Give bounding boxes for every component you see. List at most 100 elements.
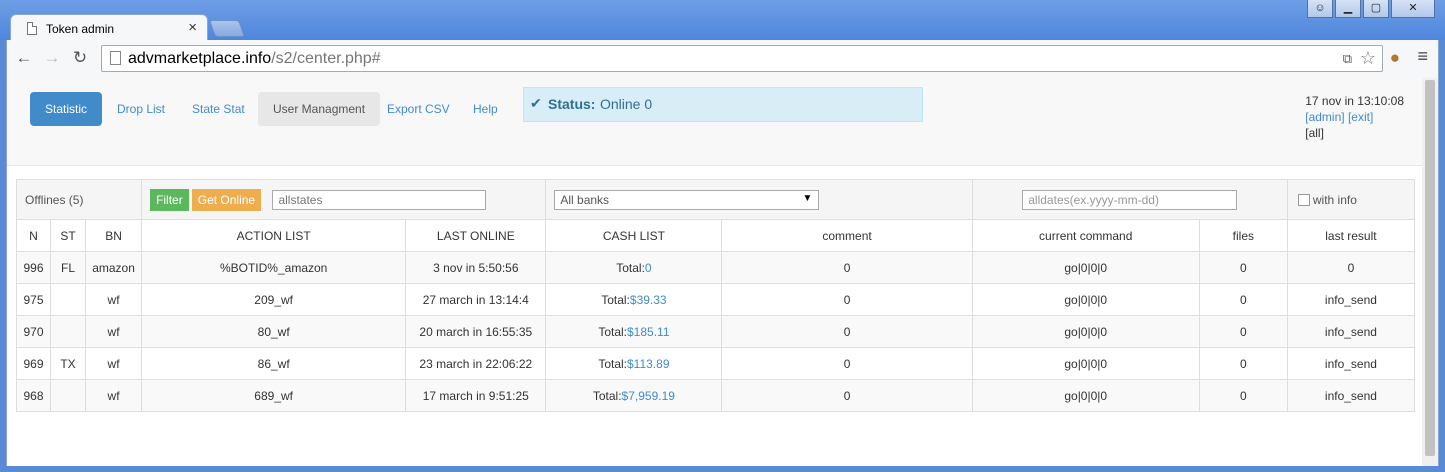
row-comment[interactable]: 0 xyxy=(721,379,973,412)
row-last-result[interactable]: info_send xyxy=(1286,315,1416,348)
col-header[interactable]: ACTION LIST xyxy=(141,219,407,252)
row-current-command[interactable]: go|0|0|0 xyxy=(971,379,1200,412)
cash-total-label: Total: xyxy=(598,324,627,339)
cash-total-label: Total: xyxy=(598,356,627,371)
row-number: 996 xyxy=(15,251,52,284)
row-last-result[interactable]: info_send xyxy=(1286,347,1416,380)
nav-help[interactable]: Help xyxy=(458,92,513,126)
nav-user-managment[interactable]: User Managment xyxy=(258,92,381,126)
row-files[interactable]: 0 xyxy=(1198,283,1288,316)
row-last-result[interactable]: info_send xyxy=(1286,283,1416,316)
translate-icon[interactable]: ⧉ xyxy=(1343,51,1352,67)
bookmark-star-icon[interactable]: ☆ xyxy=(1360,48,1376,69)
row-last-online: 23 march in 22:06:22 xyxy=(405,347,547,380)
minimize-button[interactable]: ▁ xyxy=(1335,0,1361,18)
row-current-command[interactable]: go|0|0|0 xyxy=(971,251,1200,284)
col-header[interactable]: files xyxy=(1198,219,1288,252)
address-bar[interactable]: advmarketplace.info/s2/center.php# ⧉ ☆ xyxy=(101,45,1383,72)
with-info-cell: with info xyxy=(1286,179,1416,220)
row-number: 975 xyxy=(15,283,52,316)
user-icon[interactable]: ☺ xyxy=(1307,0,1333,18)
row-cash-list: Total:$39.33 xyxy=(545,283,723,316)
table-row: 969 TX wf 86_wf 23 march in 22:06:22 Total:$1… xyxy=(15,347,1416,380)
cookie-icon[interactable]: ● xyxy=(1390,48,1400,68)
row-last-result[interactable]: info_send xyxy=(1286,379,1416,412)
row-last-online: 20 march in 16:55:35 xyxy=(405,315,547,348)
page-icon xyxy=(27,22,37,35)
status-alert: ✔ Status: Online 0 xyxy=(523,87,923,122)
row-files[interactable]: 0 xyxy=(1198,315,1288,348)
row-bank[interactable]: wf xyxy=(85,283,143,316)
scrollbar-thumb[interactable] xyxy=(1425,80,1435,456)
cash-total-label: Total: xyxy=(601,292,630,307)
row-action[interactable]: 86_wf xyxy=(141,347,407,380)
back-icon[interactable]: ← xyxy=(13,48,35,68)
row-action[interactable]: 80_wf xyxy=(141,315,407,348)
row-files[interactable]: 0 xyxy=(1198,251,1288,284)
row-number: 969 xyxy=(15,347,52,380)
close-tab-icon[interactable]: × xyxy=(188,19,197,36)
row-current-command[interactable]: go|0|0|0 xyxy=(971,347,1200,380)
row-files[interactable]: 0 xyxy=(1198,347,1288,380)
row-current-command[interactable]: go|0|0|0 xyxy=(971,315,1200,348)
row-state: TX xyxy=(50,347,87,380)
maximize-button[interactable]: ▢ xyxy=(1363,0,1389,18)
row-action[interactable]: 209_wf xyxy=(141,283,407,316)
col-header[interactable]: N xyxy=(15,219,52,252)
new-tab-button[interactable] xyxy=(208,20,246,37)
row-current-command[interactable]: go|0|0|0 xyxy=(971,283,1200,316)
with-info-checkbox[interactable] xyxy=(1297,194,1310,207)
dates-input[interactable]: alldates(ex.yyyy-mm-dd) xyxy=(1022,189,1238,210)
row-last-online: 3 nov in 5:50:56 xyxy=(405,251,547,284)
row-state xyxy=(50,283,87,316)
row-last-result[interactable]: 0 xyxy=(1286,251,1416,284)
window-controls: ☺ ▁ ▢ ✕ xyxy=(1307,0,1435,18)
exit-link[interactable]: [exit] xyxy=(1348,110,1373,124)
row-files[interactable]: 0 xyxy=(1198,379,1288,412)
admin-link[interactable]: [admin] xyxy=(1305,110,1344,124)
cash-total-value[interactable]: $39.33 xyxy=(630,293,667,307)
row-bank[interactable]: wf xyxy=(85,347,143,380)
col-header[interactable]: last result xyxy=(1286,219,1416,252)
page-viewport: Statistic Drop List State Stat User Mana… xyxy=(6,78,1439,466)
col-header[interactable]: ST xyxy=(50,219,87,252)
get-online-button[interactable]: Get Online xyxy=(191,188,262,211)
row-comment[interactable]: 0 xyxy=(721,315,973,348)
cash-total-value[interactable]: $113.89 xyxy=(627,357,670,371)
row-comment[interactable]: 0 xyxy=(721,283,973,316)
col-header[interactable]: BN xyxy=(85,219,143,252)
nav-state-stat[interactable]: State Stat xyxy=(177,92,260,126)
col-header[interactable]: comment xyxy=(721,219,973,252)
filter-button[interactable]: Filter xyxy=(150,188,189,211)
cash-total-value[interactable]: $7,959.19 xyxy=(622,389,675,403)
col-header[interactable]: current command xyxy=(971,219,1200,252)
states-input[interactable]: allstates xyxy=(272,189,487,210)
row-bank[interactable]: wf xyxy=(85,379,143,412)
row-bank[interactable]: amazon xyxy=(85,251,143,284)
with-info-label: with info xyxy=(1312,192,1357,207)
row-comment[interactable]: 0 xyxy=(721,251,973,284)
close-window-button[interactable]: ✕ xyxy=(1391,0,1435,18)
window-titlebar: Token admin × ☺ ▁ ▢ ✕ xyxy=(0,0,1445,42)
row-state xyxy=(50,315,87,348)
header-row: N ST BN ACTION LIST LAST ONLINE CASH LIS… xyxy=(15,219,1416,252)
reload-icon[interactable]: ↻ xyxy=(69,48,91,68)
browser-tab[interactable]: Token admin × xyxy=(10,14,208,42)
forward-icon[interactable]: → xyxy=(41,48,63,68)
row-bank[interactable]: wf xyxy=(85,315,143,348)
col-header[interactable]: CASH LIST xyxy=(545,219,723,252)
banks-select[interactable]: All banks ▼ xyxy=(554,189,820,210)
banks-filter-cell: All banks ▼ xyxy=(545,179,973,220)
col-header[interactable]: LAST ONLINE xyxy=(405,219,547,252)
row-action[interactable]: 689_wf xyxy=(141,379,407,412)
all-link[interactable]: [all] xyxy=(1305,125,1404,141)
nav-export-csv[interactable]: Export CSV xyxy=(372,92,465,126)
nav-drop-list[interactable]: Drop List xyxy=(102,92,180,126)
dates-filter-cell: alldates(ex.yyyy-mm-dd) xyxy=(971,179,1288,220)
cash-total-value[interactable]: $185.11 xyxy=(627,325,670,339)
row-comment[interactable]: 0 xyxy=(721,347,973,380)
nav-statistic[interactable]: Statistic xyxy=(30,92,103,126)
cash-total-value[interactable]: 0 xyxy=(645,261,652,275)
vertical-scrollbar[interactable] xyxy=(1422,78,1438,466)
menu-icon[interactable]: ≡ xyxy=(1417,46,1428,67)
